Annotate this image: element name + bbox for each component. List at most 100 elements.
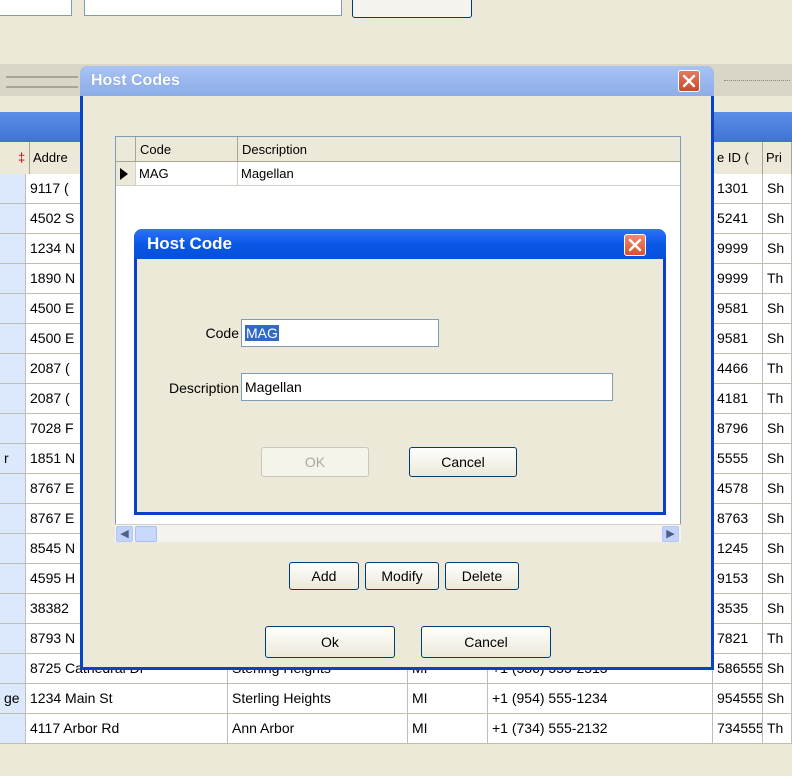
cell-address[interactable]: 1234 Main St (26, 684, 228, 713)
cell-prefix (0, 534, 26, 563)
cell-id[interactable]: 9581 (713, 294, 763, 323)
cell-id[interactable]: 3535 (713, 594, 763, 623)
cell-primary[interactable]: Sh (763, 684, 792, 713)
host-code-titlebar[interactable]: Host Code (134, 229, 666, 259)
cell-id[interactable]: 1245 (713, 534, 763, 563)
grid-cell-description[interactable]: Magellan (238, 162, 680, 186)
cell-phone[interactable]: +1 (734) 555-2132 (488, 714, 713, 743)
cell-city[interactable]: Sterling Heights (228, 684, 408, 713)
cell-primary[interactable]: Sh (763, 654, 792, 683)
background-button[interactable] (352, 0, 472, 18)
cell-primary[interactable]: Sh (763, 174, 792, 203)
table-row[interactable]: 4117 Arbor Rd Ann Arbor MI +1 (734) 555-213… (0, 714, 792, 744)
cell-state[interactable]: MI (408, 684, 488, 713)
cell-id[interactable]: 9999 (713, 234, 763, 263)
cell-prefix (0, 474, 26, 503)
cell-primary[interactable]: Sh (763, 474, 792, 503)
cancel-button[interactable]: Cancel (421, 626, 551, 658)
host-codes-titlebar[interactable]: Host Codes (80, 66, 714, 96)
cell-primary[interactable]: Sh (763, 204, 792, 233)
cell-id[interactable]: 4466 (713, 354, 763, 383)
cell-primary[interactable]: Th (763, 624, 792, 653)
cell-id[interactable]: 4181 (713, 384, 763, 413)
code-input[interactable]: MAG (241, 319, 439, 347)
column-header-id[interactable]: e ID ( (713, 142, 763, 174)
cell-prefix (0, 234, 26, 263)
cell-primary[interactable]: Sh (763, 504, 792, 533)
host-codes-title: Host Codes (91, 72, 180, 89)
cell-id[interactable]: 9999 (713, 264, 763, 293)
cell-primary[interactable]: Sh (763, 534, 792, 563)
cell-primary[interactable]: Sh (763, 234, 792, 263)
cell-primary[interactable]: Th (763, 714, 792, 743)
close-button[interactable] (678, 70, 700, 92)
column-header-code[interactable]: Code (136, 137, 238, 162)
cell-prefix (0, 324, 26, 353)
cell-id[interactable]: 8796 (713, 414, 763, 443)
row-selector-header (116, 137, 136, 162)
cell-prefix (0, 294, 26, 323)
background-toolbar (0, 0, 792, 64)
cell-id[interactable]: 7821 (713, 624, 763, 653)
column-header-id-text: e ID (717, 150, 741, 165)
cell-id[interactable]: 5865552513 (713, 654, 763, 683)
delete-button[interactable]: Delete (445, 562, 519, 590)
description-input[interactable]: Magellan (241, 373, 613, 401)
cell-primary[interactable]: Th (763, 384, 792, 413)
background-field[interactable] (0, 0, 72, 16)
host-code-dialog: Host Code Code MAG Description Magellan … (134, 229, 666, 515)
cell-primary[interactable]: Th (763, 264, 792, 293)
scroll-thumb[interactable] (135, 526, 157, 542)
horizontal-scrollbar[interactable]: ◀ ▶ (115, 524, 681, 542)
cell-primary[interactable]: Sh (763, 444, 792, 473)
cell-id[interactable]: 9581 (713, 324, 763, 353)
close-icon (682, 74, 696, 88)
cell-id[interactable]: 5241 (713, 204, 763, 233)
cell-primary[interactable]: Sh (763, 294, 792, 323)
table-row[interactable]: ge 1234 Main St Sterling Heights MI +1 (954)… (0, 684, 792, 714)
cell-id[interactable]: 9153 (713, 564, 763, 593)
cell-id[interactable]: 7345552132 (713, 714, 763, 743)
description-label: Description (168, 380, 239, 396)
cell-id[interactable]: 9545551234 (713, 684, 763, 713)
code-label: Code (205, 325, 239, 341)
cell-prefix (0, 264, 26, 293)
ok-button[interactable]: OK (261, 447, 369, 477)
background-field[interactable] (84, 0, 342, 16)
cell-prefix: r (0, 444, 26, 473)
row-indicator-icon[interactable] (116, 162, 136, 186)
cell-primary[interactable]: Sh (763, 324, 792, 353)
close-button[interactable] (624, 234, 646, 256)
cell-prefix: ge (0, 684, 26, 713)
sort-icon[interactable]: ‡ (0, 142, 30, 174)
cell-address[interactable]: 4117 Arbor Rd (26, 714, 228, 743)
ok-button[interactable]: Ok (265, 626, 395, 658)
host-code-title: Host Code (147, 234, 232, 253)
cell-id[interactable]: 5555 (713, 444, 763, 473)
cell-prefix (0, 384, 26, 413)
cell-prefix (0, 654, 26, 683)
triangle-right-icon (120, 168, 128, 180)
cell-state[interactable]: MI (408, 714, 488, 743)
cell-phone[interactable]: +1 (954) 555-1234 (488, 684, 713, 713)
cell-city[interactable]: Ann Arbor (228, 714, 408, 743)
cell-prefix (0, 504, 26, 533)
cell-prefix (0, 624, 26, 653)
cell-primary[interactable]: Sh (763, 594, 792, 623)
column-header-description[interactable]: Description (238, 137, 680, 162)
add-button[interactable]: Add (289, 562, 359, 590)
modify-button[interactable]: Modify (365, 562, 439, 590)
cell-id[interactable]: 4578 (713, 474, 763, 503)
scroll-right-icon[interactable]: ▶ (662, 526, 679, 542)
column-header-primary[interactable]: Pri (763, 142, 792, 174)
cell-primary[interactable]: Th (763, 354, 792, 383)
cell-prefix (0, 414, 26, 443)
cell-id[interactable]: 8763 (713, 504, 763, 533)
cell-id[interactable]: 1301 (713, 174, 763, 203)
grid-cell-code[interactable]: MAG (136, 162, 238, 186)
scroll-left-icon[interactable]: ◀ (116, 526, 133, 542)
cell-primary[interactable]: Sh (763, 414, 792, 443)
cancel-button[interactable]: Cancel (409, 447, 517, 477)
cell-primary[interactable]: Sh (763, 564, 792, 593)
cell-prefix (0, 354, 26, 383)
